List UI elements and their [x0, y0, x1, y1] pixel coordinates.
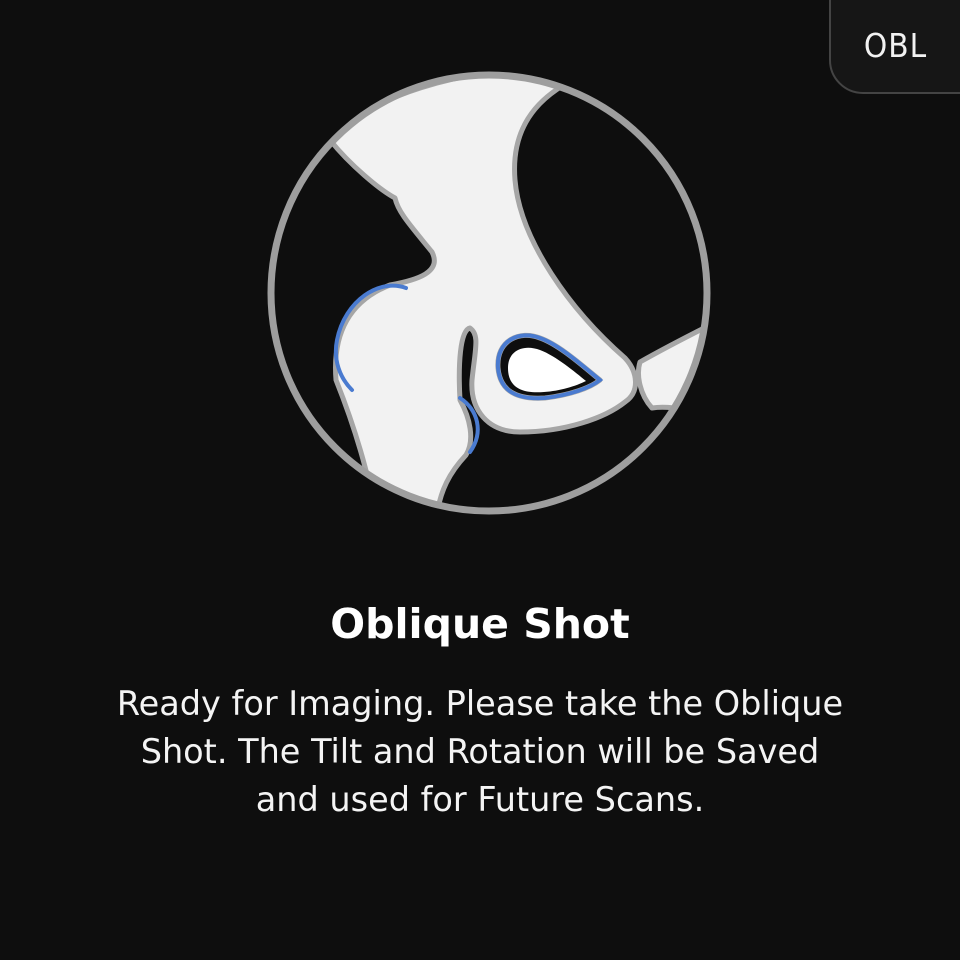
view-mode-badge[interactable]: OBL — [829, 0, 960, 94]
instruction-message: Ready for Imaging. Please take the Obliq… — [116, 684, 844, 819]
view-mode-label: OBL — [863, 26, 928, 65]
oblique-shot-screen: OBL Oblique Shot Ready for Imaging. Plea… — [0, 0, 960, 960]
hip-joint-oblique-icon — [267, 71, 711, 515]
page-title: Oblique Shot — [330, 600, 630, 648]
